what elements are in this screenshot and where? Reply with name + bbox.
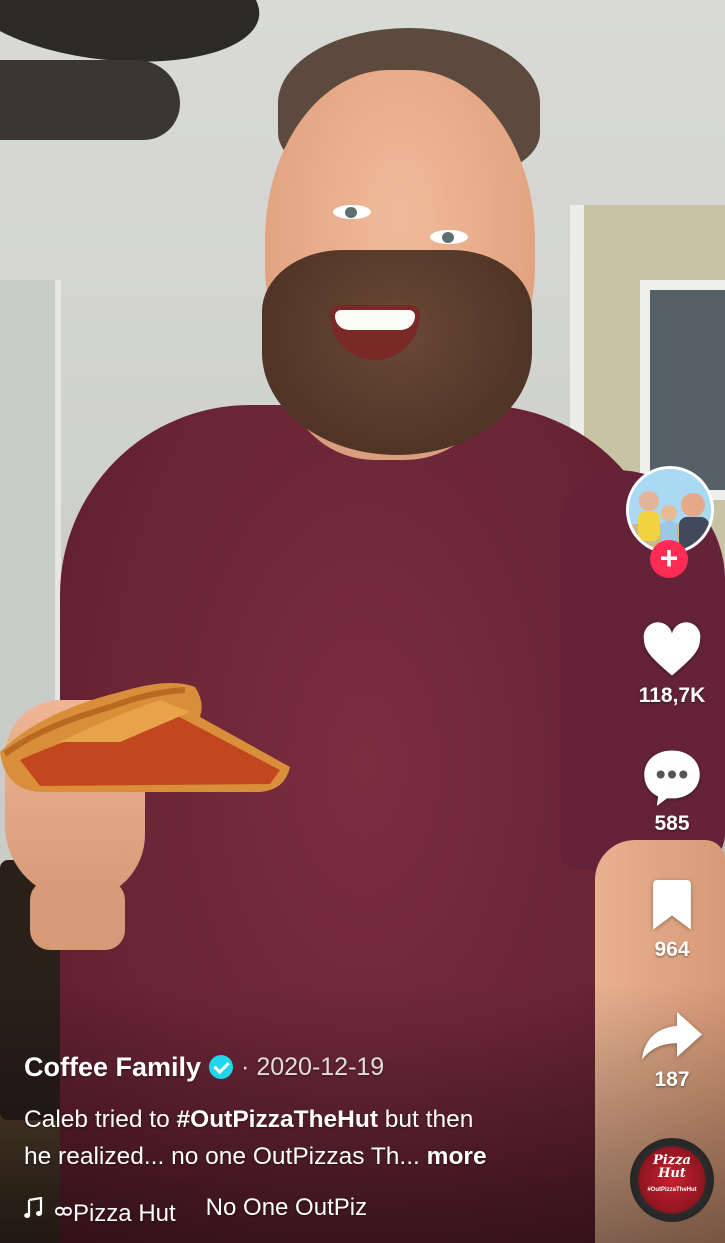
creator-avatar-group[interactable]: + <box>626 466 720 578</box>
share-count: 187 <box>654 1068 690 1091</box>
share-button[interactable]: 187 <box>628 1012 716 1092</box>
sound-title: No One OutPiz <box>205 1194 368 1221</box>
more-link[interactable]: more <box>427 1143 487 1170</box>
username[interactable]: Coffee Family <box>24 1052 201 1083</box>
verified-badge-icon <box>209 1055 234 1079</box>
caption[interactable]: Caleb tried to #OutPizzaTheHut but then … <box>24 1101 604 1175</box>
post-date: · 2020-12-19 <box>241 1052 385 1081</box>
music-disc[interactable]: Pizza Hut #OutPizzaTheHut <box>630 1138 714 1222</box>
comment-icon <box>644 750 700 806</box>
left-eye <box>333 205 371 219</box>
left-forearm <box>30 880 125 950</box>
heart-icon <box>643 622 701 676</box>
sound-author: ᢁPizza Hut <box>54 1200 176 1227</box>
ceiling-fan-blade <box>0 60 180 140</box>
music-note-icon <box>24 1197 43 1218</box>
avatar-photo <box>629 469 711 551</box>
sound-marquee[interactable]: ᢁPizza Hut No One OutPiz <box>24 1188 424 1228</box>
pizza-hut-logo: Pizza Hut #OutPizzaTheHut <box>647 1153 697 1193</box>
share-icon <box>642 1012 702 1060</box>
teeth <box>335 310 415 330</box>
bookmark-count: 964 <box>654 938 690 961</box>
bookmark-button[interactable]: 964 <box>628 880 716 962</box>
video-meta: Coffee Family · 2020-12-19 Caleb tried t… <box>24 1047 604 1175</box>
hashtag-link[interactable]: #OutPizzaTheHut <box>177 1106 378 1133</box>
bookmark-icon <box>653 880 691 930</box>
plus-icon: + <box>659 540 679 576</box>
pizza-slice <box>0 683 290 792</box>
comment-button[interactable]: 585 <box>628 748 716 836</box>
right-eye <box>430 230 468 244</box>
follow-button[interactable]: + <box>650 540 688 578</box>
like-count: 118,7K <box>638 684 706 707</box>
like-button[interactable]: 118,7K <box>628 622 716 708</box>
comment-count: 585 <box>654 812 690 835</box>
